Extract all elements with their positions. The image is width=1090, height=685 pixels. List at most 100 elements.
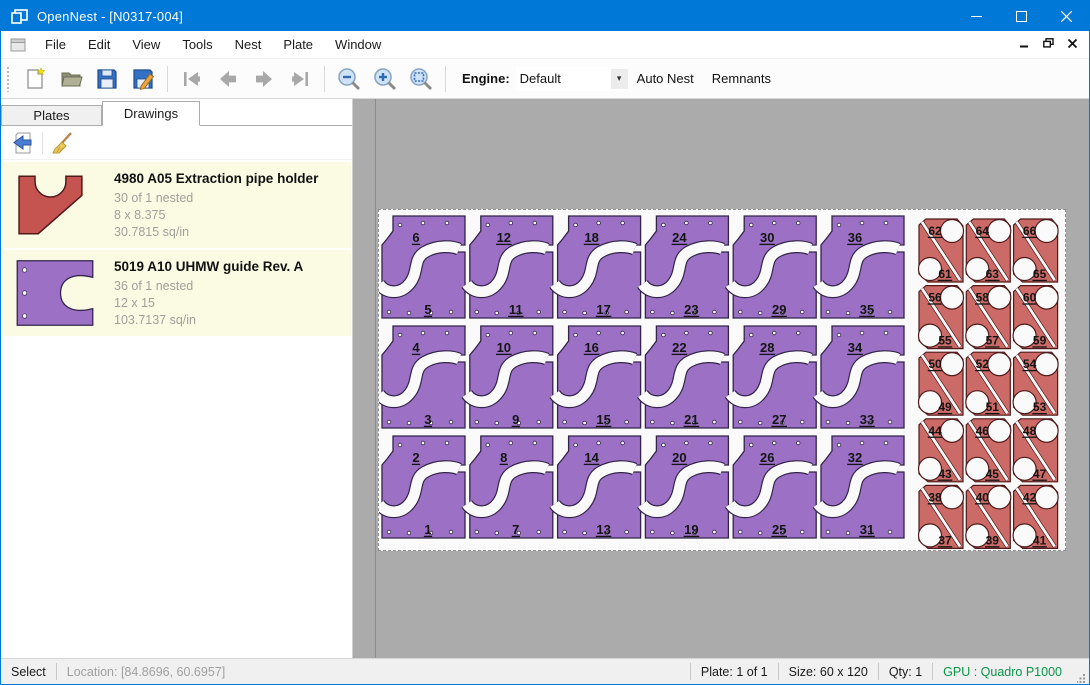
panel-toolbar <box>1 126 352 160</box>
menu-item-edit[interactable]: Edit <box>77 33 121 56</box>
zoom-out-icon <box>336 66 362 92</box>
resize-grip[interactable] <box>1072 658 1089 685</box>
drawing-nested-count: 30 of 1 nested <box>114 190 343 207</box>
save-as-button[interactable] <box>128 64 158 94</box>
red-part-pair[interactable]: 58 57 <box>966 286 1011 349</box>
statusbar: Select Location: [84.8696, 60.6957] Plat… <box>1 658 1089 684</box>
part-number: 19 <box>684 522 698 537</box>
tab-plates[interactable]: Plates <box>1 105 102 126</box>
red-part-pair[interactable]: 4645 <box>966 419 1011 482</box>
red-part-pair[interactable]: 5049 <box>919 352 964 415</box>
panel-tabstrip: Plates Drawings <box>1 99 352 126</box>
purple-part-pair[interactable]: 87 <box>467 436 553 538</box>
red-part-pair[interactable]: 5655 <box>919 286 964 349</box>
part-number: 1 <box>424 522 431 537</box>
red-part-pair[interactable]: 5453 <box>1013 352 1058 415</box>
part-number: 39 <box>986 533 1000 547</box>
red-part-pair[interactable]: 6059 <box>1013 286 1058 349</box>
red-part-pair[interactable]: 5251 <box>966 352 1011 415</box>
part-number: 57 <box>986 334 1000 348</box>
auto-nest-button[interactable]: Auto Nest <box>628 66 703 91</box>
menu-item-file[interactable]: File <box>34 33 77 56</box>
purple-part-pair[interactable]: 2019 <box>642 436 728 538</box>
part-number: 21 <box>684 412 698 427</box>
chevron-down-icon[interactable]: ▾ <box>611 69 628 89</box>
purple-part-pair[interactable]: 1211 <box>467 216 553 318</box>
app-window: OpenNest - [N0317-004] FileEditViewTools… <box>0 0 1090 685</box>
part-thumbnail-purple <box>14 259 100 327</box>
part-number: 17 <box>596 302 610 317</box>
part-number: 38 <box>928 490 942 504</box>
purple-part-pair[interactable]: 1817 <box>555 216 641 318</box>
purple-part-pair[interactable]: 3029 <box>730 216 816 318</box>
part-number: 33 <box>860 412 874 427</box>
zoom-in-button[interactable] <box>370 64 400 94</box>
remnants-button[interactable]: Remnants <box>703 66 780 91</box>
zoom-in-icon <box>372 66 398 92</box>
toolbar-grip[interactable] <box>6 66 11 92</box>
nav-first-button[interactable] <box>177 64 207 94</box>
open-button[interactable] <box>56 64 86 94</box>
engine-select[interactable]: Default ▾ <box>516 67 628 91</box>
red-part-pair[interactable]: 6665 <box>1013 219 1058 282</box>
menu-item-view[interactable]: View <box>121 33 171 56</box>
purple-part-pair[interactable]: 1615 <box>555 326 641 428</box>
close-button[interactable] <box>1044 1 1089 31</box>
red-part-pair[interactable]: 6463 <box>966 219 1011 282</box>
purple-part-pair[interactable]: 21 <box>379 436 465 538</box>
mdi-close-button[interactable] <box>1068 39 1077 51</box>
nav-last-button[interactable] <box>285 64 315 94</box>
zoom-fit-button[interactable] <box>406 64 436 94</box>
mdi-restore-button[interactable] <box>1043 38 1054 51</box>
part-number: 34 <box>848 340 863 355</box>
part-number: 29 <box>772 302 786 317</box>
zoom-out-button[interactable] <box>334 64 364 94</box>
menu-item-window[interactable]: Window <box>324 33 392 56</box>
red-part-pair[interactable]: 40 39 <box>966 485 1011 548</box>
part-number: 35 <box>860 302 874 317</box>
nav-next-button[interactable] <box>249 64 279 94</box>
tab-drawings[interactable]: Drawings <box>102 101 200 126</box>
menu-item-nest[interactable]: Nest <box>224 33 273 56</box>
minimize-button[interactable] <box>954 1 999 31</box>
part-number: 44 <box>928 424 942 438</box>
purple-part-pair[interactable]: 2827 <box>730 326 816 428</box>
part-number: 40 <box>976 490 990 504</box>
part-number: 46 <box>976 424 990 438</box>
part-number: 50 <box>928 357 942 371</box>
menu-item-plate[interactable]: Plate <box>272 33 324 56</box>
maximize-button[interactable] <box>999 1 1044 31</box>
purple-part-pair[interactable]: 65 <box>379 216 465 318</box>
clear-button[interactable] <box>48 129 76 157</box>
part-number: 24 <box>672 230 687 245</box>
purple-part-pair[interactable]: 2221 <box>642 326 728 428</box>
drawing-item[interactable]: 5019 A10 UHMW guide Rev. A 36 of 1 neste… <box>2 250 351 336</box>
red-part-pair[interactable]: 44 43 <box>919 419 964 482</box>
purple-part-pair[interactable]: 1413 <box>555 436 641 538</box>
purple-part-pair[interactable]: 43 <box>379 326 465 428</box>
part-number: 58 <box>976 291 990 305</box>
save-button[interactable] <box>92 64 122 94</box>
return-part-button[interactable] <box>9 129 37 157</box>
purple-part-pair[interactable]: 3635 <box>818 216 904 318</box>
new-file-button[interactable] <box>20 64 50 94</box>
red-part-pair[interactable]: 4847 <box>1013 419 1058 482</box>
nest-canvas[interactable]: 6512111817242330293635431091615222128273… <box>353 99 1089 658</box>
purple-part-pair[interactable]: 3231 <box>818 436 904 538</box>
purple-part-pair[interactable]: 109 <box>467 326 553 428</box>
menu-item-tools[interactable]: Tools <box>171 33 223 56</box>
part-number: 43 <box>938 467 952 481</box>
drawing-item[interactable]: 4980 A05 Extraction pipe holder 30 of 1 … <box>2 162 351 248</box>
plate[interactable]: 6512111817242330293635431091615222128273… <box>378 209 1066 551</box>
drawing-size: 12 x 15 <box>114 295 343 312</box>
purple-part-pair[interactable]: 2625 <box>730 436 816 538</box>
red-part-pair[interactable]: 3837 <box>919 485 964 548</box>
mdi-minimize-button[interactable] <box>1020 39 1029 51</box>
red-part-pair[interactable]: 4241 <box>1013 485 1058 548</box>
part-number: 27 <box>772 412 786 427</box>
purple-part-pair[interactable]: 2423 <box>642 216 728 318</box>
mdi-document-icon[interactable] <box>10 38 26 52</box>
nav-prev-button[interactable] <box>213 64 243 94</box>
red-part-pair[interactable]: 6261 <box>919 219 964 282</box>
purple-part-pair[interactable]: 34 33 <box>818 326 904 428</box>
